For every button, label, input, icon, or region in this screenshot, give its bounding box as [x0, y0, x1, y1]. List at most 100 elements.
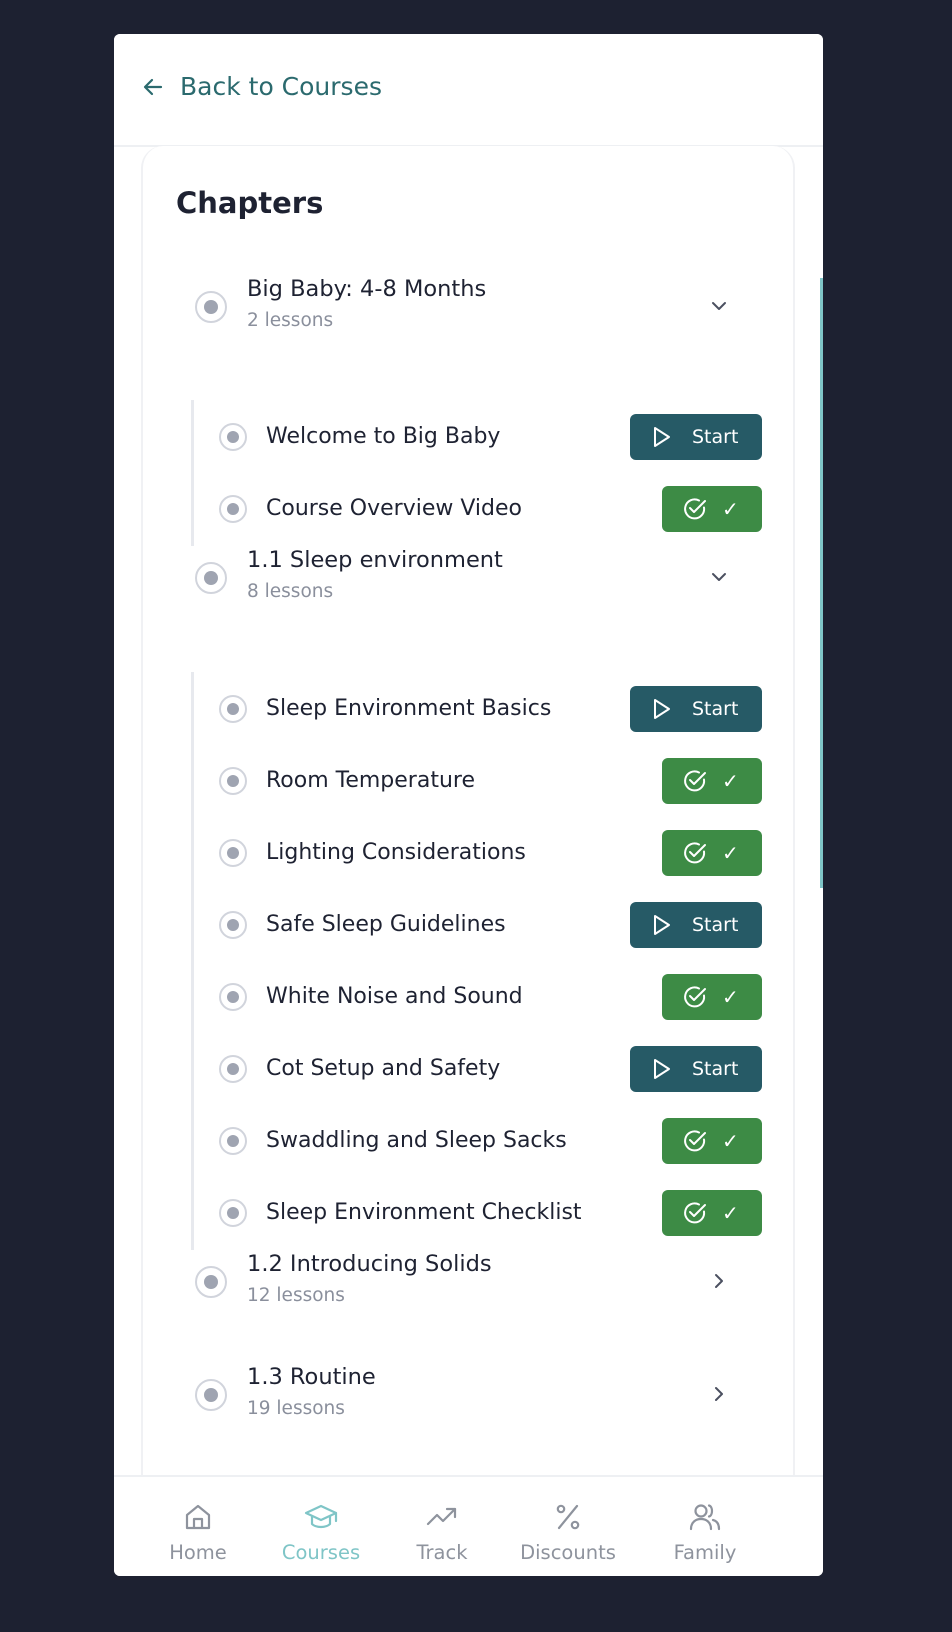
lesson-radio-icon[interactable]	[219, 767, 247, 795]
completed-lesson-button[interactable]: ✓	[662, 830, 762, 876]
arrow-left-icon	[143, 78, 163, 95]
nav-label: Track	[416, 1541, 468, 1564]
lesson-row: Safe Sleep Guidelines Start	[143, 902, 793, 948]
chapter-radio-icon	[195, 1266, 227, 1298]
lesson-title[interactable]: Lighting Considerations	[266, 840, 526, 865]
completed-lesson-button[interactable]: ✓	[662, 486, 762, 532]
play-icon	[654, 699, 670, 719]
lesson-title[interactable]: Sleep Environment Checklist	[266, 1200, 582, 1225]
lesson-radio-icon[interactable]	[219, 911, 247, 939]
play-icon	[654, 427, 670, 447]
circle-check-icon	[684, 842, 706, 864]
lesson-title[interactable]: Welcome to Big Baby	[266, 424, 500, 449]
start-lesson-button[interactable]: Start	[630, 686, 762, 732]
lesson-row: Swaddling and Sleep Sacks ✓	[143, 1118, 793, 1164]
lesson-title[interactable]: Swaddling and Sleep Sacks	[266, 1128, 567, 1153]
circle-check-icon	[684, 770, 706, 792]
chapter-title: 1.3 Routine	[247, 1364, 376, 1390]
scrollbar[interactable]	[820, 278, 823, 888]
lesson-row: Room Temperature ✓	[143, 758, 793, 804]
chapter-radio-icon	[195, 1379, 227, 1411]
circle-check-icon	[684, 1130, 706, 1152]
trending-up-icon	[426, 1507, 457, 1526]
percent-icon	[556, 1504, 580, 1530]
card-title: Chapters	[176, 186, 324, 220]
lesson-title[interactable]: Course Overview Video	[266, 496, 522, 521]
top-bar: Back to Courses	[114, 34, 823, 147]
lesson-row: Cot Setup and Safety Start	[143, 1046, 793, 1092]
lesson-radio-icon[interactable]	[219, 839, 247, 867]
chevron-down-icon	[712, 573, 726, 581]
chevron-right-icon	[715, 1387, 723, 1401]
app-screen: Back to Courses Chapters Big Baby: 4-8 M…	[114, 34, 823, 1576]
lesson-radio-icon[interactable]	[219, 1127, 247, 1155]
play-icon	[654, 1059, 670, 1079]
nav-track[interactable]: Track	[414, 1477, 470, 1576]
users-icon	[689, 1504, 721, 1531]
play-icon	[654, 915, 670, 935]
chapter-lesson-count: 12 lessons	[247, 1285, 345, 1306]
done-label: ✓	[722, 841, 739, 865]
lesson-radio-icon[interactable]	[219, 695, 247, 723]
done-label: ✓	[722, 497, 739, 521]
nav-label: Home	[169, 1541, 227, 1564]
completed-lesson-button[interactable]: ✓	[662, 974, 762, 1020]
chapter-routine[interactable]: 1.3 Routine 19 lessons	[143, 1364, 793, 1444]
chapter-title: 1.2 Introducing Solids	[247, 1251, 492, 1277]
chapter-big-baby[interactable]: Big Baby: 4-8 Months 2 lessons	[143, 276, 793, 356]
chapter-sleep-environment[interactable]: 1.1 Sleep environment 8 lessons	[143, 547, 793, 627]
chapter-lesson-count: 8 lessons	[247, 581, 334, 602]
chapters-card: Chapters Big Baby: 4-8 Months 2 lessons …	[141, 146, 795, 1506]
lesson-radio-icon[interactable]	[219, 495, 247, 523]
lesson-row: White Noise and Sound ✓	[143, 974, 793, 1020]
lesson-radio-icon[interactable]	[219, 1055, 247, 1083]
lesson-row: Course Overview Video ✓	[143, 486, 793, 532]
done-label: ✓	[722, 1129, 739, 1153]
lesson-title[interactable]: Sleep Environment Basics	[266, 696, 551, 721]
nav-courses[interactable]: Courses	[280, 1477, 362, 1576]
nav-label: Courses	[281, 1541, 361, 1564]
lesson-title[interactable]: Safe Sleep Guidelines	[266, 912, 506, 937]
lesson-title[interactable]: Room Temperature	[266, 768, 475, 793]
lesson-row: Sleep Environment Basics Start	[143, 686, 793, 732]
lesson-row: Lighting Considerations ✓	[143, 830, 793, 876]
done-label: ✓	[722, 985, 739, 1009]
bottom-navigation: Home Courses Track Discounts Family	[114, 1475, 823, 1576]
circle-check-icon	[684, 1202, 706, 1224]
lesson-radio-icon[interactable]	[219, 423, 247, 451]
chapter-title: 1.1 Sleep environment	[247, 547, 503, 573]
circle-check-icon	[684, 986, 706, 1008]
lesson-title[interactable]: Cot Setup and Safety	[266, 1056, 500, 1081]
chevron-down-icon	[712, 302, 726, 310]
lesson-radio-icon[interactable]	[219, 983, 247, 1011]
start-lesson-button[interactable]: Start	[630, 902, 762, 948]
graduation-cap-icon	[304, 1504, 338, 1529]
lesson-radio-icon[interactable]	[219, 1199, 247, 1227]
chapter-radio-icon	[195, 291, 227, 323]
completed-lesson-button[interactable]: ✓	[662, 1118, 762, 1164]
nav-label: Discounts	[520, 1541, 616, 1564]
nav-label: Family	[673, 1541, 737, 1564]
start-label: Start	[692, 914, 739, 936]
start-lesson-button[interactable]: Start	[630, 1046, 762, 1092]
completed-lesson-button[interactable]: ✓	[662, 758, 762, 804]
start-label: Start	[692, 426, 739, 448]
completed-lesson-button[interactable]: ✓	[662, 1190, 762, 1236]
done-label: ✓	[722, 1201, 739, 1225]
chevron-right-icon	[715, 1274, 723, 1288]
chapter-introducing-solids[interactable]: 1.2 Introducing Solids 12 lessons	[143, 1251, 793, 1331]
chapter-lesson-count: 2 lessons	[247, 310, 334, 331]
lesson-title[interactable]: White Noise and Sound	[266, 984, 523, 1009]
nav-family[interactable]: Family	[670, 1477, 740, 1576]
chapter-radio-icon	[195, 562, 227, 594]
nav-home[interactable]: Home	[162, 1477, 234, 1576]
chapter-lesson-count: 19 lessons	[247, 1398, 345, 1419]
start-label: Start	[692, 1058, 739, 1080]
start-label: Start	[692, 698, 739, 720]
back-to-courses-link[interactable]: Back to Courses	[142, 72, 382, 101]
chapter-title: Big Baby: 4-8 Months	[247, 276, 487, 302]
lesson-row: Sleep Environment Checklist ✓	[143, 1190, 793, 1236]
nav-discounts[interactable]: Discounts	[518, 1477, 618, 1576]
start-lesson-button[interactable]: Start	[630, 414, 762, 460]
done-label: ✓	[722, 769, 739, 793]
